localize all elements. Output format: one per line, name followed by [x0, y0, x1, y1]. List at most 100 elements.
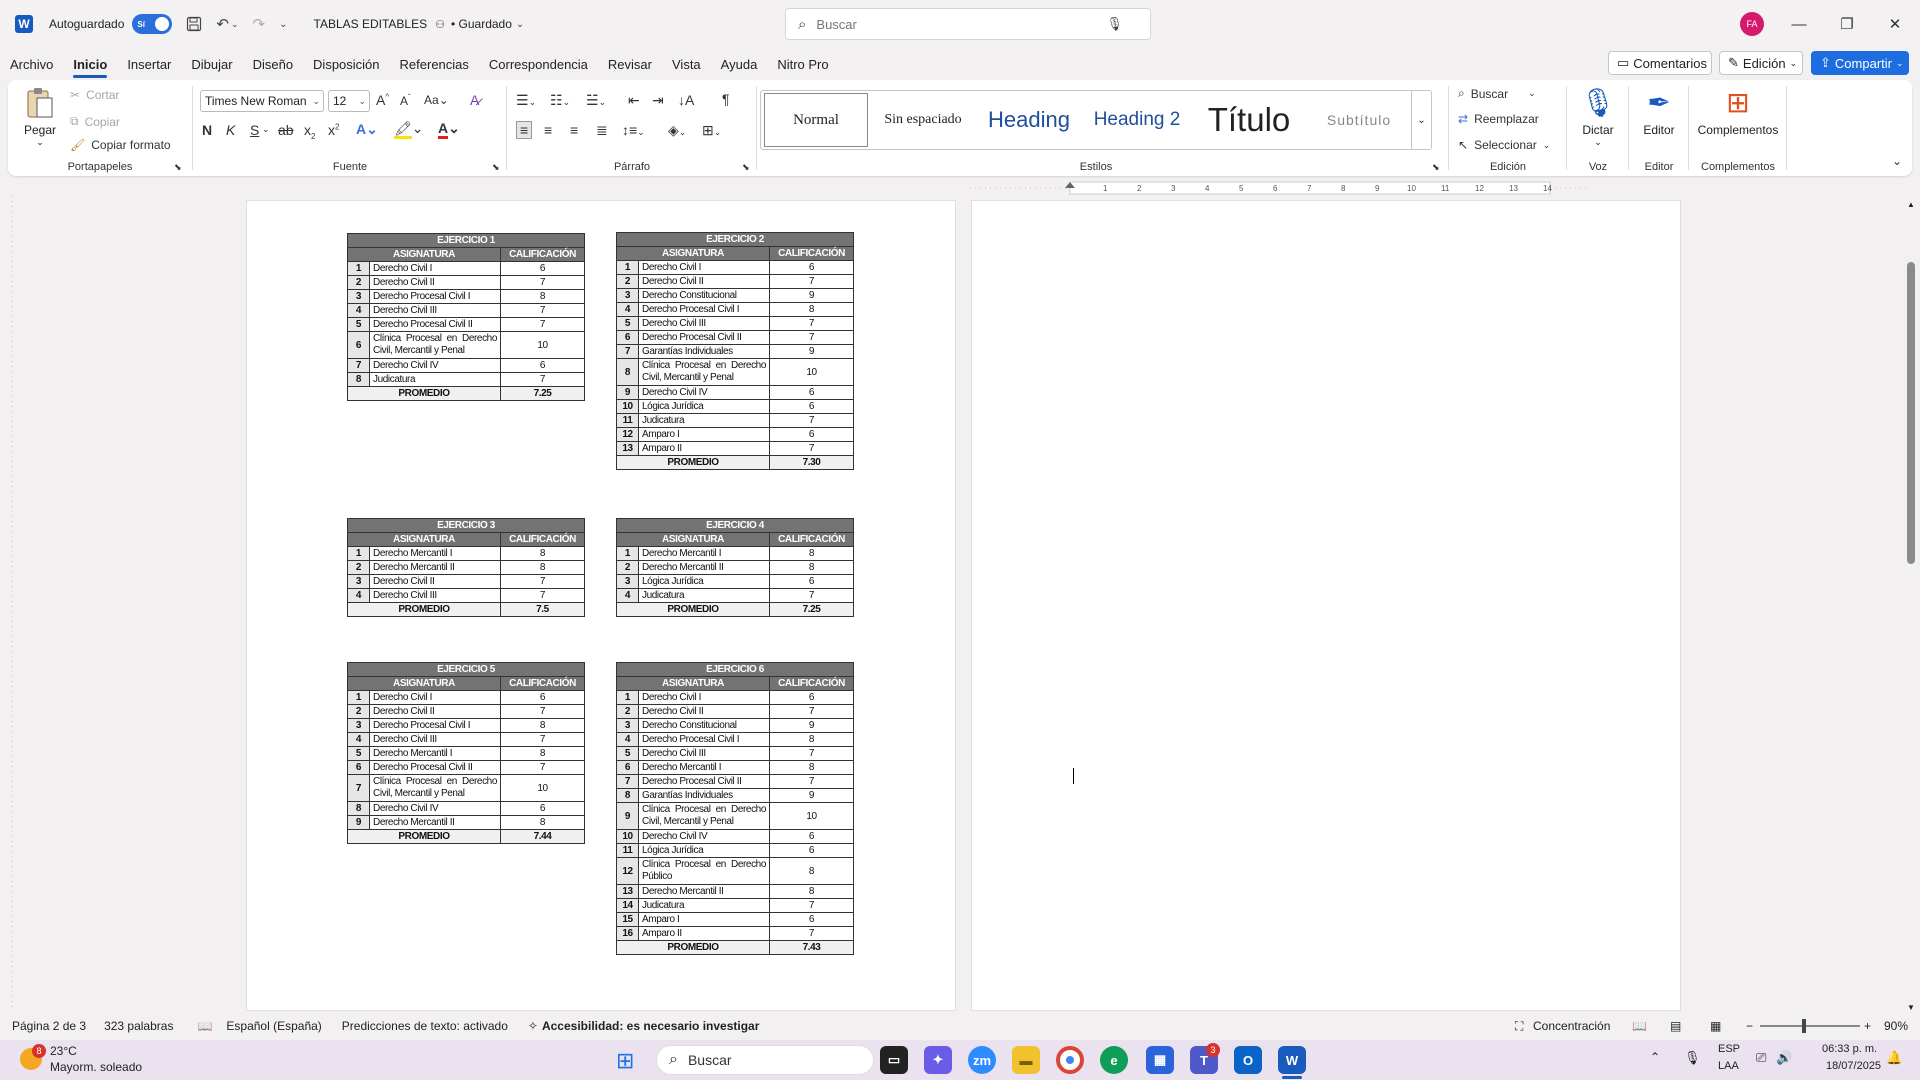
tab-correspondencia[interactable]: Correspondencia	[479, 48, 598, 80]
dialog-launcher-icon[interactable]: ⬊	[1432, 162, 1440, 173]
grade-cell[interactable]: 8	[500, 289, 585, 304]
average-label[interactable]: PROMEDIO	[347, 386, 501, 401]
align-right-icon[interactable]: ≡	[570, 122, 578, 138]
subject-cell[interactable]: Lógica Jurídica	[638, 574, 770, 589]
find-button[interactable]: ⌕ Buscar ⌄	[1458, 86, 1536, 101]
font-size-combo[interactable]: 12 ⌄	[328, 90, 370, 112]
subject-cell[interactable]: Derecho Civil III	[638, 746, 770, 761]
row-number[interactable]: 15	[616, 912, 639, 927]
collapse-ribbon-icon[interactable]: ⌄	[1892, 154, 1902, 168]
subject-cell[interactable]: Derecho Civil III	[369, 732, 501, 747]
subject-cell[interactable]: Amparo II	[638, 441, 770, 456]
zoom-level[interactable]: 90%	[1884, 1019, 1908, 1033]
style-subtitle[interactable]: Subtítulo	[1309, 91, 1409, 149]
share-button[interactable]: ⇪ Compartir ⌄	[1811, 51, 1909, 75]
row-number[interactable]: 7	[347, 358, 370, 373]
sort-icon[interactable]: ↓A	[678, 92, 694, 108]
grade-cell[interactable]: 6	[769, 829, 854, 844]
row-number[interactable]: 3	[347, 574, 370, 589]
row-number[interactable]: 3	[616, 574, 639, 589]
decrease-indent-icon[interactable]: ⇤	[628, 92, 640, 109]
average-value[interactable]: 7.44	[500, 829, 585, 844]
cut-button[interactable]: ✂ Cortar	[70, 88, 119, 102]
grade-cell[interactable]: 7	[769, 774, 854, 789]
subject-cell[interactable]: Derecho Civil III	[369, 588, 501, 603]
italic-button[interactable]: K	[226, 122, 235, 138]
grade-cell[interactable]: 9	[769, 344, 854, 359]
superscript-icon[interactable]: x2	[328, 122, 339, 138]
exercise-table-3[interactable]: EJERCICIO 3 ASIGNATURA CALIFICACIÓN 1 Derech…	[347, 518, 585, 617]
row-number[interactable]: 3	[347, 289, 370, 304]
style-heading-2[interactable]: Heading 2	[1085, 91, 1189, 149]
subject-cell[interactable]: Amparo II	[638, 926, 770, 941]
row-number[interactable]: 10	[616, 829, 639, 844]
subject-cell[interactable]: Derecho Procesal Civil I	[638, 302, 770, 317]
header-subject[interactable]: ASIGNATURA	[347, 247, 501, 262]
dictate-button[interactable]: 🎙 Dictar ⌄	[1572, 86, 1624, 148]
grade-cell[interactable]: 9	[769, 718, 854, 733]
page-count[interactable]: Página 2 de 3	[12, 1019, 86, 1033]
subject-cell[interactable]: Garantías Individuales	[638, 788, 770, 803]
borders-icon[interactable]: ⊞⌄	[702, 122, 721, 139]
grade-cell[interactable]: 6	[500, 261, 585, 276]
average-label[interactable]: PROMEDIO	[616, 602, 770, 617]
row-number[interactable]: 2	[616, 274, 639, 289]
weather-desc[interactable]: Mayorm. soleado	[50, 1060, 142, 1074]
restore-icon[interactable]: ❐	[1824, 0, 1870, 48]
average-value[interactable]: 7.25	[500, 386, 585, 401]
clock-time[interactable]: 06:33 p. m.	[1822, 1043, 1877, 1055]
grade-cell[interactable]: 7	[769, 441, 854, 456]
header-subject[interactable]: ASIGNATURA	[616, 676, 770, 691]
row-number[interactable]: 2	[616, 560, 639, 575]
grade-cell[interactable]: 6	[769, 385, 854, 400]
redo-icon[interactable]: ↷	[253, 15, 266, 33]
row-number[interactable]: 7	[616, 774, 639, 789]
document-page-right[interactable]	[971, 200, 1681, 1011]
dialog-launcher-icon[interactable]: ⬊	[492, 162, 500, 173]
subject-cell[interactable]: Judicatura	[638, 588, 770, 603]
row-number[interactable]: 4	[616, 588, 639, 603]
notifications-icon[interactable]: 🔔	[1886, 1050, 1902, 1066]
volume-icon[interactable]: 🔊	[1776, 1050, 1792, 1066]
tab-ayuda[interactable]: Ayuda	[711, 48, 768, 80]
replace-button[interactable]: ⇄ Reemplazar	[1458, 112, 1539, 126]
subject-cell[interactable]: Derecho Civil IV	[369, 801, 501, 816]
tab-disposicion[interactable]: Disposición	[303, 48, 389, 80]
row-number[interactable]: 11	[616, 413, 639, 428]
grade-cell[interactable]: 9	[769, 288, 854, 303]
grade-cell[interactable]: 7	[500, 588, 585, 603]
subject-cell[interactable]: Derecho Procesal Civil I	[638, 732, 770, 747]
chevron-down-icon[interactable]: ⌄	[516, 19, 524, 30]
row-number[interactable]: 3	[616, 718, 639, 733]
row-number[interactable]: 8	[347, 372, 370, 387]
copy-button[interactable]: ⧉ Copiar	[70, 114, 120, 129]
row-number[interactable]: 2	[616, 704, 639, 719]
row-number[interactable]: 8	[347, 801, 370, 816]
average-value[interactable]: 7.5	[500, 602, 585, 617]
autosave-toggle[interactable]: Sí	[132, 14, 173, 34]
row-number[interactable]: 13	[616, 884, 639, 899]
dialog-launcher-icon[interactable]: ⬊	[174, 162, 182, 173]
subject-cell[interactable]: Derecho Mercantil I	[369, 546, 501, 561]
grade-cell[interactable]: 7	[769, 274, 854, 289]
read-mode-icon[interactable]: 📖	[1632, 1019, 1647, 1033]
subscript-icon[interactable]: x2	[304, 122, 315, 141]
header-subject[interactable]: ASIGNATURA	[347, 676, 501, 691]
subject-cell[interactable]: Derecho Procesal Civil II	[369, 317, 501, 332]
row-number[interactable]: 9	[347, 815, 370, 830]
row-number[interactable]: 16	[616, 926, 639, 941]
subject-cell[interactable]: Derecho Procesal Civil II	[638, 774, 770, 789]
row-number[interactable]: 8	[616, 788, 639, 803]
tab-nitro-pro[interactable]: Nitro Pro	[767, 48, 838, 80]
row-number[interactable]: 5	[347, 317, 370, 332]
subject-cell[interactable]: Derecho Civil II	[369, 275, 501, 290]
edge-icon[interactable]: e	[1100, 1046, 1128, 1074]
tab-revisar[interactable]: Revisar	[598, 48, 662, 80]
chrome-icon[interactable]	[1056, 1046, 1084, 1074]
style-title[interactable]: Título	[1193, 91, 1305, 149]
grade-cell[interactable]: 8	[769, 884, 854, 899]
header-grade[interactable]: CALIFICACIÓN	[500, 676, 585, 691]
language-indicator-1[interactable]: ESP	[1718, 1043, 1740, 1055]
subject-cell[interactable]: Derecho Constitucional	[638, 288, 770, 303]
row-number[interactable]: 9	[616, 385, 639, 400]
